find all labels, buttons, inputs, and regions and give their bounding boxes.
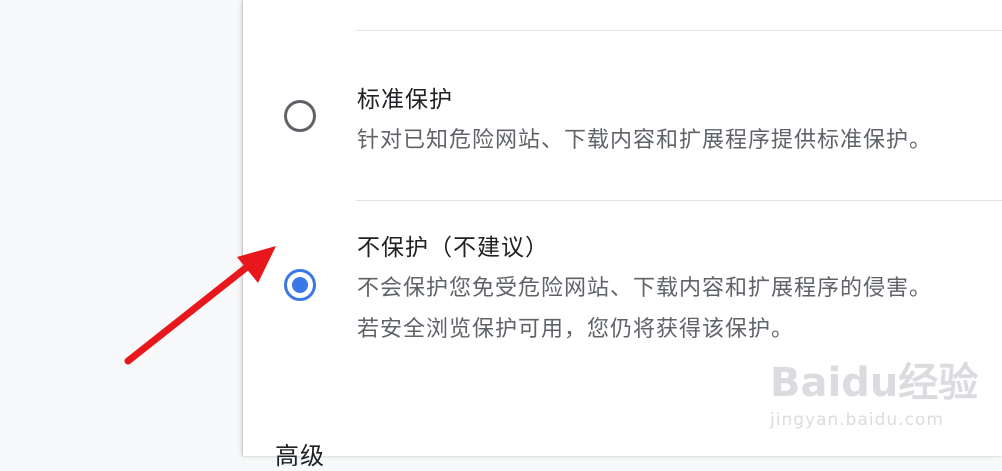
watermark-url: jingyan.baidu.com <box>770 410 944 430</box>
watermark-logo: Baidu经验 <box>770 360 979 406</box>
arrow-head <box>237 246 276 283</box>
arrow-shaft <box>124 259 256 365</box>
baidu-watermark: Baidu经验 jingyan.baidu.com <box>770 344 978 436</box>
